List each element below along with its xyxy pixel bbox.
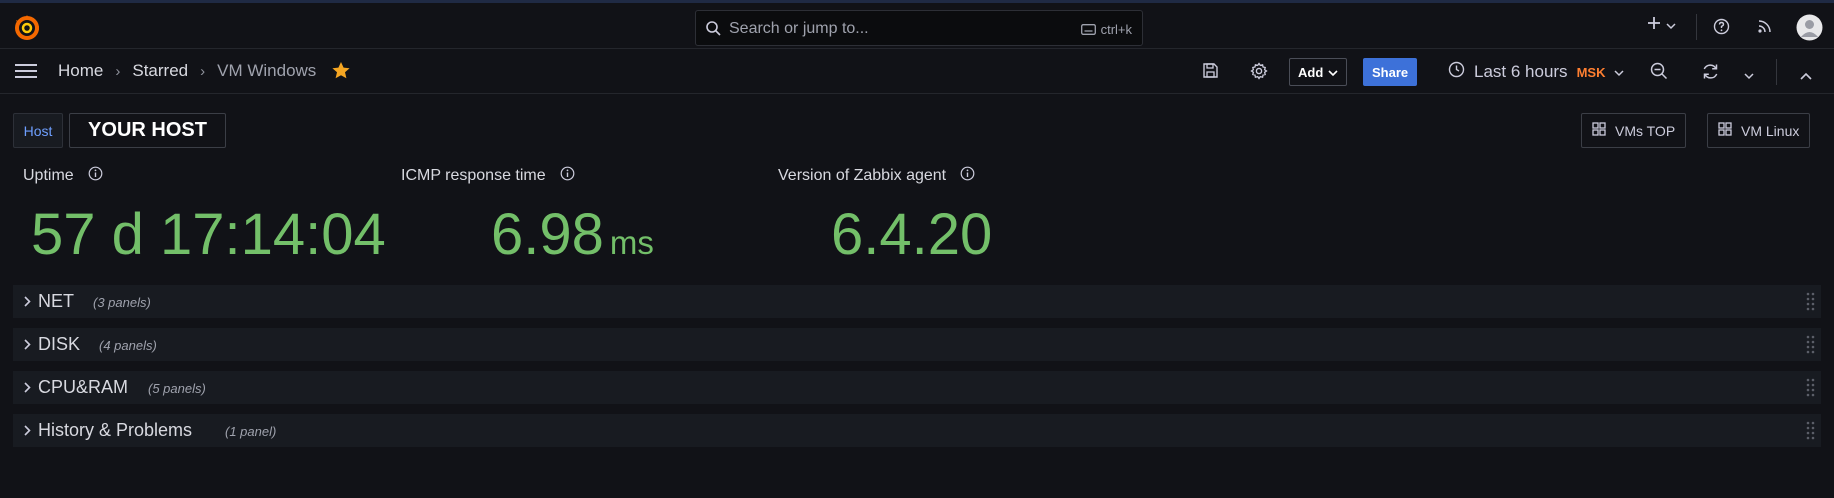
panel-title-icmp: ICMP response time	[401, 166, 575, 186]
panel-title: ICMP response time	[401, 167, 546, 184]
row-title: NET	[38, 291, 74, 311]
dashboard-link-vm-linux[interactable]: VM Linux	[1707, 113, 1811, 148]
save-dashboard-button[interactable]	[1202, 62, 1219, 84]
search-input[interactable]: Search or jump to... ctrl+k	[695, 10, 1143, 46]
dashboard-link-label: VMs TOP	[1615, 122, 1676, 139]
stat-value-zabbix-agent: 6.4.20	[831, 200, 992, 270]
share-button[interactable]: Share	[1363, 58, 1418, 86]
breadcrumb-current: VM Windows	[217, 61, 317, 80]
chevron-down-icon	[1328, 65, 1338, 80]
variable-host-input[interactable]: YOUR HOST	[69, 113, 226, 148]
dashboard-link-label: VM Linux	[1741, 122, 1800, 139]
divider	[1776, 59, 1777, 85]
info-icon[interactable]	[960, 166, 975, 186]
chevron-right-icon	[24, 423, 31, 441]
add-button-label: Add	[1298, 64, 1324, 80]
apps-icon	[1718, 122, 1732, 139]
chevron-down-icon	[1666, 17, 1676, 35]
row-title: CPU&RAM	[38, 377, 129, 397]
breadcrumb-home[interactable]: Home	[58, 61, 103, 81]
row-cpu-ram[interactable]: CPU&RAM (5 panels)	[13, 371, 1821, 404]
chevron-right-icon	[24, 337, 31, 355]
save-icon	[1202, 62, 1219, 84]
row-net[interactable]: NET (3 panels)	[13, 285, 1821, 318]
stat-value-uptime: 57 d 17:14:04	[31, 200, 386, 270]
star-icon[interactable]	[331, 61, 351, 85]
stat-value: 57 d 17:14:04	[31, 202, 386, 267]
dashboard-link-vms-top[interactable]: VMs TOP	[1581, 113, 1687, 148]
profile-button[interactable]	[1796, 14, 1823, 46]
refresh-interval-dropdown[interactable]	[1744, 67, 1754, 85]
panel-title-uptime: Uptime	[23, 166, 103, 186]
row-disk[interactable]: DISK (4 panels)	[13, 328, 1821, 361]
drag-handle-icon[interactable]	[1806, 292, 1815, 317]
zoom-out-button[interactable]	[1650, 62, 1668, 85]
chevron-right-icon	[24, 294, 31, 312]
drag-handle-icon[interactable]	[1806, 421, 1815, 446]
collapse-toolbar-button[interactable]	[1800, 67, 1812, 85]
refresh-icon	[1701, 62, 1720, 86]
menu-icon[interactable]	[14, 63, 38, 84]
refresh-button[interactable]	[1701, 62, 1720, 86]
search-placeholder: Search or jump to...	[729, 20, 869, 37]
search-icon	[705, 20, 721, 41]
apps-icon	[1592, 122, 1606, 139]
dashboard-settings-button[interactable]	[1250, 62, 1268, 85]
row-title: History & Problems	[38, 420, 193, 440]
top-bar: Search or jump to... ctrl+k	[0, 0, 1834, 49]
drag-handle-icon[interactable]	[1806, 378, 1815, 403]
panel-title: Uptime	[23, 167, 74, 184]
keyboard-icon	[1080, 24, 1096, 35]
panel-title: Version of Zabbix agent	[778, 167, 947, 184]
variable-label-host: Host	[13, 113, 63, 148]
divider	[1696, 14, 1697, 40]
gear-icon	[1250, 62, 1268, 85]
new-menu-button[interactable]	[1647, 16, 1676, 35]
info-icon[interactable]	[88, 166, 103, 186]
stat-value: 6.4.20	[831, 202, 993, 267]
row-panel-count: (1 panel)	[225, 424, 277, 439]
chevron-right-icon: ›	[115, 62, 121, 80]
add-button[interactable]: Add	[1289, 58, 1348, 86]
panel-title-zabbix-agent: Version of Zabbix agent	[778, 166, 975, 186]
stat-value: 6.98	[491, 202, 604, 267]
breadcrumb: Home › Starred › VM Windows	[58, 61, 316, 81]
rss-icon	[1757, 18, 1773, 39]
chevron-down-icon	[1614, 62, 1624, 82]
row-title: DISK	[38, 334, 81, 354]
chevron-up-icon	[1800, 67, 1812, 85]
breadcrumb-starred[interactable]: Starred	[132, 61, 188, 81]
chevron-right-icon	[24, 380, 31, 398]
row-panel-count: (5 panels)	[148, 381, 206, 396]
plus-icon	[1647, 16, 1661, 35]
time-range-picker[interactable]: Last 6 hours MSK	[1448, 61, 1624, 83]
help-icon	[1713, 18, 1730, 40]
timezone-badge: MSK	[1576, 64, 1606, 80]
help-button[interactable]	[1713, 18, 1730, 40]
avatar	[1796, 14, 1823, 46]
zoom-out-icon	[1650, 62, 1668, 85]
stat-unit: ms	[609, 224, 654, 261]
search-shortcut-label: ctrl+k	[1100, 22, 1132, 37]
stat-value-icmp: 6.98 ms	[491, 200, 654, 278]
chevron-down-icon	[1744, 67, 1754, 85]
search-shortcut: ctrl+k	[1080, 22, 1132, 37]
news-button[interactable]	[1757, 18, 1773, 39]
clock-icon	[1448, 61, 1465, 83]
row-panel-count: (4 panels)	[99, 338, 157, 353]
row-history-problems[interactable]: History & Problems (1 panel)	[13, 414, 1821, 447]
info-icon[interactable]	[560, 166, 575, 186]
dashboard-nav-bar: Home › Starred › VM Windows Add Share La…	[0, 49, 1834, 94]
chevron-right-icon: ›	[200, 62, 206, 80]
drag-handle-icon[interactable]	[1806, 335, 1815, 360]
row-panel-count: (3 panels)	[93, 295, 151, 310]
time-range-label: Last 6 hours	[1474, 62, 1568, 81]
grafana-logo-icon[interactable]	[12, 13, 42, 43]
